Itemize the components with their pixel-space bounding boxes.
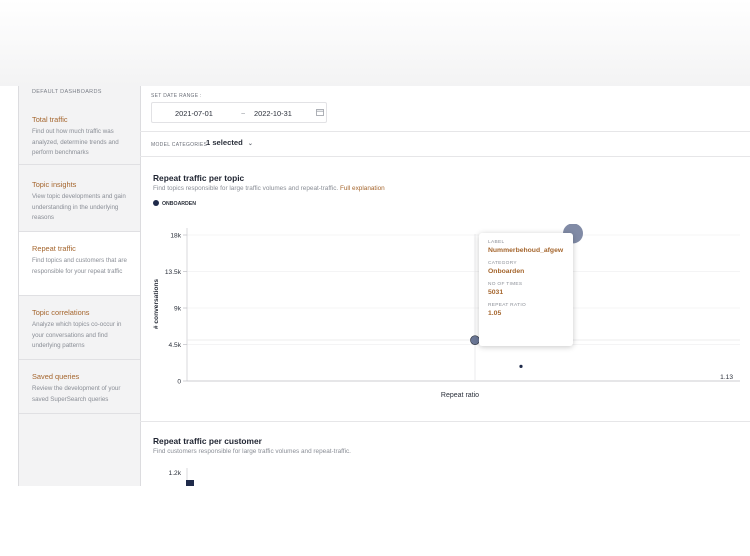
sidebar-item-desc: Review the development of your saved Sup… [32,385,121,403]
section-subtitle-topic: Find topics responsible for large traffi… [153,185,385,192]
divider [140,131,750,132]
y-tick-label: 1.2k [169,470,182,477]
dashboard-frame: DEFAULT DASHBOARDS Total traffic Find ou… [18,86,750,486]
tooltip-label-key: LABEL [488,240,505,245]
y-tick-label: 0 [177,378,181,385]
sidebar-item-title: Repeat traffic [32,244,76,253]
date-to[interactable]: 2022-10-31 [254,109,292,118]
sidebar-item-title: Total traffic [32,115,68,124]
sidebar-item-topic-insights[interactable]: Topic insights View topic developments a… [19,165,140,232]
section-subtitle-customer: Find customers responsible for large tra… [153,448,351,455]
data-tooltip: LABEL Nummerbehoud_afgew CATEGORY Onboar… [479,233,573,346]
x-tick-label: 1.13 [720,374,733,381]
sidebar-item-total-traffic[interactable]: Total traffic Find out how much traffic … [19,104,140,165]
legend-swatch [153,200,159,206]
section-title-topic: Repeat traffic per topic [153,173,245,183]
date-range-picker[interactable]: 2021-07-01 ~ 2022-10-31 [151,102,327,123]
sidebar-item-topic-correlations[interactable]: Topic correlations Analyze which topics … [19,296,140,360]
sidebar-item-desc: Find out how much traffic was analyzed, … [32,128,119,156]
bar[interactable] [186,480,194,486]
tooltip-label-value: Nummerbehoud_afgew [488,247,564,254]
tooltip-times-key: NO OF TIMES [488,282,523,287]
calendar-icon[interactable] [316,108,324,118]
divider [140,421,750,422]
sidebar: DEFAULT DASHBOARDS Total traffic Find ou… [18,86,141,486]
sidebar-item-repeat-traffic[interactable]: Repeat traffic Find topics and customers… [19,232,140,296]
date-from[interactable]: 2021-07-01 [175,109,213,118]
sidebar-item-title: Saved queries [32,372,80,381]
sidebar-item-desc: View topic developments and gain underst… [32,193,126,221]
bar-chart: 1.2k [169,468,194,486]
sidebar-item-title: Topic correlations [32,308,90,317]
sidebar-item-desc: Find topics and customers that are respo… [32,257,127,275]
sidebar-item-saved-queries[interactable]: Saved queries Review the development of … [19,360,140,414]
chevron-down-icon: ⌄ [247,141,253,147]
subtitle-text: Find topics responsible for large traffi… [153,185,339,192]
tooltip-category-value: Onboarden [488,268,525,275]
y-tick-label: 4.5k [169,342,182,349]
model-categories-label: MODEL CATEGORIES [151,142,208,148]
main-content: SET DATE RANGE : 2021-07-01 ~ 2022-10-31… [140,86,750,486]
legend-label: ONBOARDEN [162,201,197,207]
y-tick-label: 18k [170,232,181,239]
tooltip-times-value: 5031 [488,289,504,296]
section-title-customer: Repeat traffic per customer [153,436,262,446]
date-separator: ~ [241,109,246,118]
y-tick-label: 13.5k [165,269,182,276]
date-range-label: SET DATE RANGE : [151,93,202,99]
tooltip-ratio-value: 1.05 [488,310,502,317]
tooltip-category-key: CATEGORY [488,261,517,266]
y-tick-label: 9k [174,305,182,312]
sidebar-item-desc: Analyze which topics co-occur in your co… [32,321,122,349]
sidebar-item-title: Topic insights [32,180,77,189]
scatter-point[interactable] [519,364,523,368]
tooltip-ratio-key: REPEAT RATIO [488,303,526,308]
x-axis-label: Repeat ratio [441,392,479,399]
divider [140,156,750,157]
y-axis-label: # conversations [153,279,160,330]
model-categories-select[interactable]: 1 selected ⌄ [206,138,253,147]
full-explanation-link[interactable]: Full explanation [340,185,385,192]
legend-item[interactable]: ONBOARDEN [153,200,196,207]
model-categories-value: 1 selected [206,138,243,147]
scatter-chart: 18k 13.5k 9k 4.5k 0 1.13 # conversations Rep… [153,224,740,399]
top-background [0,0,750,86]
